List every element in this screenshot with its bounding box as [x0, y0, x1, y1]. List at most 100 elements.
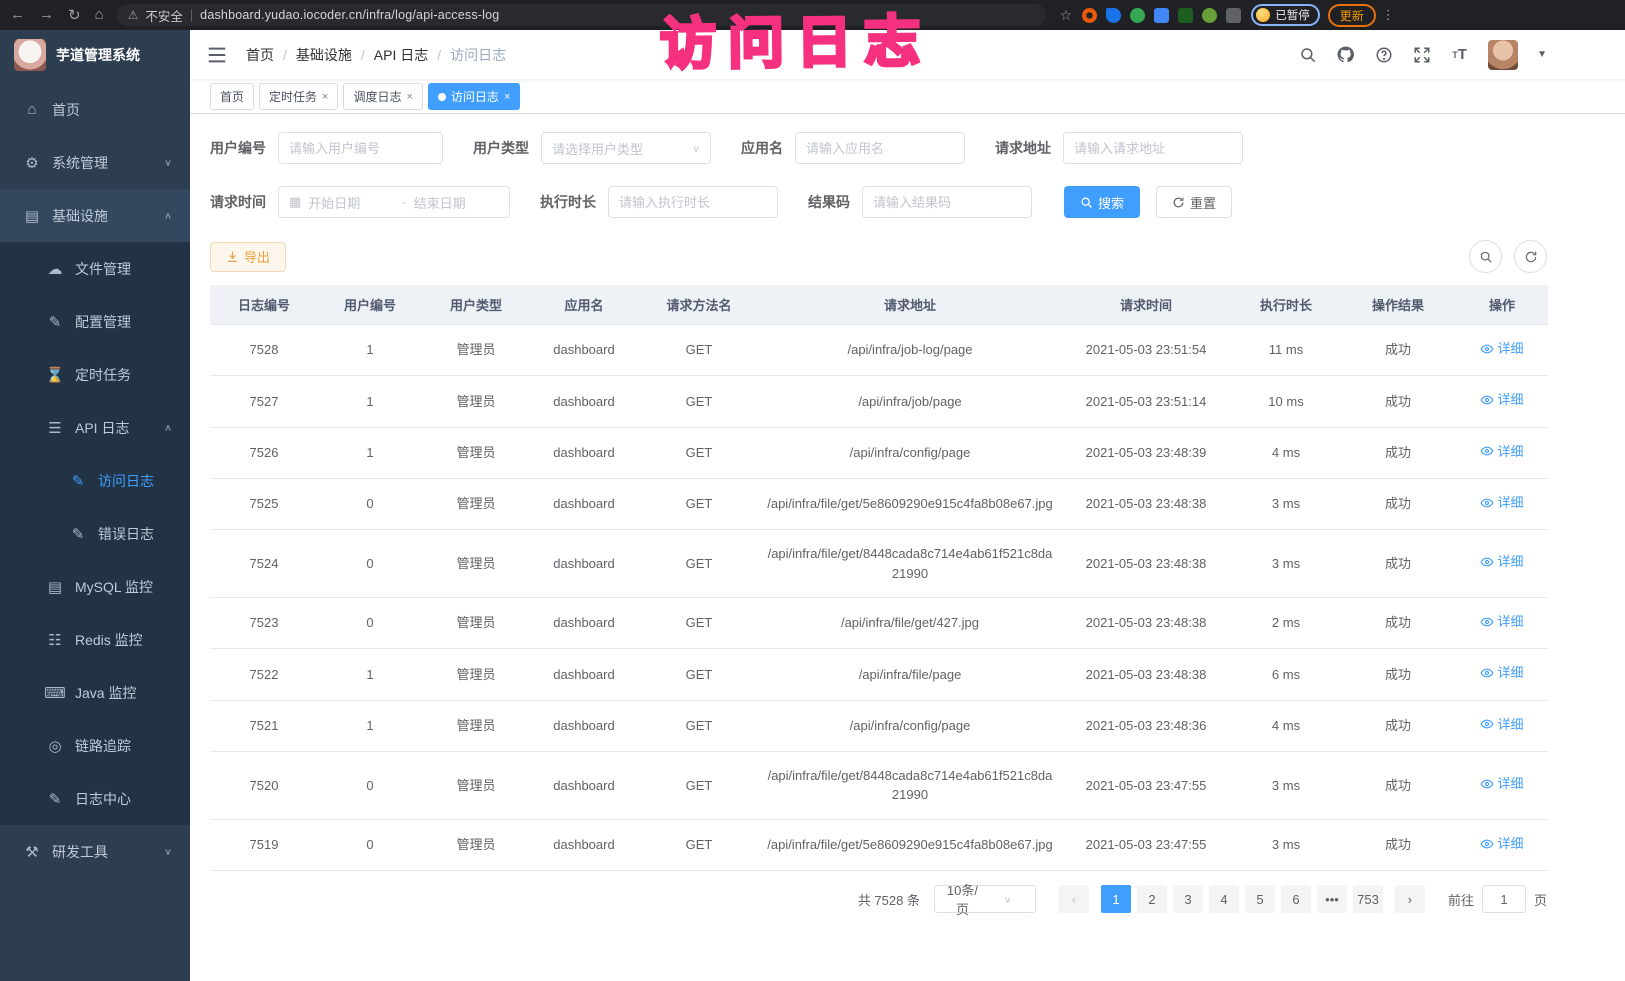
user-id-input[interactable] — [278, 132, 443, 164]
page-button-3[interactable]: 3 — [1173, 885, 1203, 913]
sidebar-item-error-log[interactable]: ✎错误日志 — [0, 507, 190, 560]
close-icon[interactable]: × — [406, 91, 412, 103]
extension-icon[interactable] — [1154, 8, 1169, 23]
detail-link[interactable]: 详细 — [1480, 390, 1523, 410]
extension-icon[interactable] — [1130, 8, 1145, 23]
sidebar-item-dev-tools[interactable]: ⚒研发工具∨ — [0, 825, 190, 878]
infra-icon: ▤ — [20, 207, 44, 225]
page-button-6[interactable]: 6 — [1281, 885, 1311, 913]
breadcrumb-item[interactable]: 基础设施 — [296, 45, 352, 65]
user-avatar[interactable] — [1488, 40, 1518, 70]
tab-首页[interactable]: 首页 — [210, 83, 254, 110]
sidebar-item-redis-monitor[interactable]: ☷Redis 监控 — [0, 613, 190, 666]
detail-link[interactable]: 详细 — [1480, 442, 1523, 462]
sidebar-collapse-icon[interactable] — [206, 44, 228, 66]
chevron-down-icon[interactable]: ▼ — [1537, 49, 1547, 60]
cloud-upload-icon: ☁ — [43, 260, 67, 278]
chevron-down-icon: ∨ — [164, 846, 172, 856]
browser-reload-icon[interactable]: ↻ — [68, 6, 81, 24]
browser-home-icon[interactable]: ⌂ — [95, 6, 104, 24]
page-button-753[interactable]: 753 — [1353, 885, 1383, 913]
fullscreen-icon[interactable] — [1412, 45, 1431, 64]
extension-icon[interactable] — [1106, 8, 1121, 23]
user-type-label: 用户类型 — [473, 138, 529, 158]
page-button-4[interactable]: 4 — [1209, 885, 1239, 913]
refresh-button[interactable] — [1514, 240, 1547, 273]
result-code-input[interactable] — [862, 186, 1032, 218]
help-icon[interactable] — [1374, 45, 1393, 64]
cell-url: /api/infra/file/get/8448cada8c714e4ab61f… — [760, 751, 1060, 819]
edit-square-icon: ✎ — [66, 472, 90, 490]
request-time-range-picker[interactable]: ▦ 开始日期 - 结束日期 — [278, 186, 510, 218]
detail-link[interactable]: 详细 — [1480, 774, 1523, 794]
app-name-input[interactable] — [795, 132, 965, 164]
search-toggle-button[interactable] — [1469, 240, 1502, 273]
cell-id: 7524 — [210, 530, 318, 598]
cell-method: GET — [638, 751, 760, 819]
extension-icon[interactable] — [1202, 8, 1217, 23]
extension-icon[interactable] — [1178, 8, 1193, 23]
browser-back-icon[interactable]: ← — [10, 6, 25, 24]
sidebar-item-access-log[interactable]: ✎访问日志 — [0, 454, 190, 507]
breadcrumb-item[interactable]: 首页 — [246, 45, 274, 65]
request-url-input[interactable] — [1063, 132, 1243, 164]
goto-page-input[interactable] — [1482, 885, 1526, 913]
detail-link[interactable]: 详细 — [1480, 552, 1523, 572]
detail-link[interactable]: 详细 — [1480, 834, 1523, 854]
sidebar-item-java-monitor[interactable]: ⌨Java 监控 — [0, 666, 190, 719]
page-size-select[interactable]: 10条/页 ∨ — [934, 885, 1036, 913]
edit-icon: ✎ — [43, 313, 67, 331]
user-type-select[interactable]: 请选择用户类型 ∨ — [541, 132, 711, 164]
page-button-5[interactable]: 5 — [1245, 885, 1275, 913]
prev-page-button[interactable]: ‹ — [1059, 885, 1089, 913]
browser-profile-badge[interactable]: 已暂停 — [1251, 4, 1320, 26]
extension-icon[interactable] — [1226, 8, 1241, 23]
detail-link[interactable]: 详细 — [1480, 715, 1523, 735]
export-button[interactable]: 导出 — [210, 242, 286, 272]
edit-square-icon: ✎ — [66, 525, 90, 543]
page-button-1[interactable]: 1 — [1101, 885, 1131, 913]
sidebar-item-scheduled-job[interactable]: ⌛定时任务 — [0, 348, 190, 401]
extension-icon[interactable] — [1082, 8, 1097, 23]
cell-id: 7520 — [210, 751, 318, 819]
browser-update-button[interactable]: 更新 — [1328, 4, 1376, 27]
reset-button[interactable]: 重置 — [1156, 186, 1232, 218]
browser-forward-icon[interactable]: → — [39, 6, 54, 24]
close-icon[interactable]: × — [322, 91, 328, 103]
address-bar[interactable]: ⚠ 不安全 | dashboard.yudao.iocoder.cn/infra… — [116, 4, 1046, 26]
font-size-icon[interactable]: TT — [1450, 45, 1469, 64]
table-row: 75261管理员dashboardGET/api/infra/config/pa… — [210, 427, 1548, 478]
browser-menu-icon[interactable]: ⋮ — [1382, 7, 1395, 23]
duration-input[interactable] — [608, 186, 778, 218]
sidebar-item-log-center[interactable]: ✎日志中心 — [0, 772, 190, 825]
search-button[interactable]: 搜索 — [1064, 186, 1140, 218]
tab-调度日志[interactable]: 调度日志× — [343, 83, 422, 110]
detail-link[interactable]: 详细 — [1480, 339, 1523, 359]
github-icon[interactable] — [1336, 45, 1355, 64]
tab-定时任务[interactable]: 定时任务× — [259, 83, 338, 110]
sidebar-item-infra[interactable]: ▤基础设施∧ — [0, 189, 190, 242]
tab-访问日志[interactable]: 访问日志× — [428, 83, 520, 110]
sidebar-item-home[interactable]: ⌂首页 — [0, 83, 190, 136]
app-logo[interactable]: 芋道管理系统 — [0, 30, 190, 80]
sidebar-item-label: MySQL 监控 — [75, 577, 153, 597]
sidebar-item-mysql-monitor[interactable]: ▤MySQL 监控 — [0, 560, 190, 613]
sidebar-item-api-log[interactable]: ☰API 日志∧ — [0, 401, 190, 454]
next-page-button[interactable]: › — [1395, 885, 1425, 913]
detail-link[interactable]: 详细 — [1480, 612, 1523, 632]
close-icon[interactable]: × — [504, 91, 510, 103]
search-icon[interactable] — [1298, 45, 1317, 64]
bookmark-star-icon[interactable]: ☆ — [1060, 7, 1073, 24]
cell-id: 7526 — [210, 427, 318, 478]
sidebar-item-system-mgmt[interactable]: ⚙系统管理∨ — [0, 136, 190, 189]
detail-link[interactable]: 详细 — [1480, 663, 1523, 683]
sidebar-item-trace[interactable]: ◎链路追踪 — [0, 719, 190, 772]
sidebar-item-config-mgmt[interactable]: ✎配置管理 — [0, 295, 190, 348]
sidebar-item-file-mgmt[interactable]: ☁文件管理 — [0, 242, 190, 295]
column-header: 操作结果 — [1340, 285, 1456, 325]
cell-user_id: 1 — [318, 427, 422, 478]
detail-link[interactable]: 详细 — [1480, 493, 1523, 513]
breadcrumb-item[interactable]: API 日志 — [374, 45, 428, 65]
pager-ellipsis[interactable]: ••• — [1317, 885, 1347, 913]
page-button-2[interactable]: 2 — [1137, 885, 1167, 913]
